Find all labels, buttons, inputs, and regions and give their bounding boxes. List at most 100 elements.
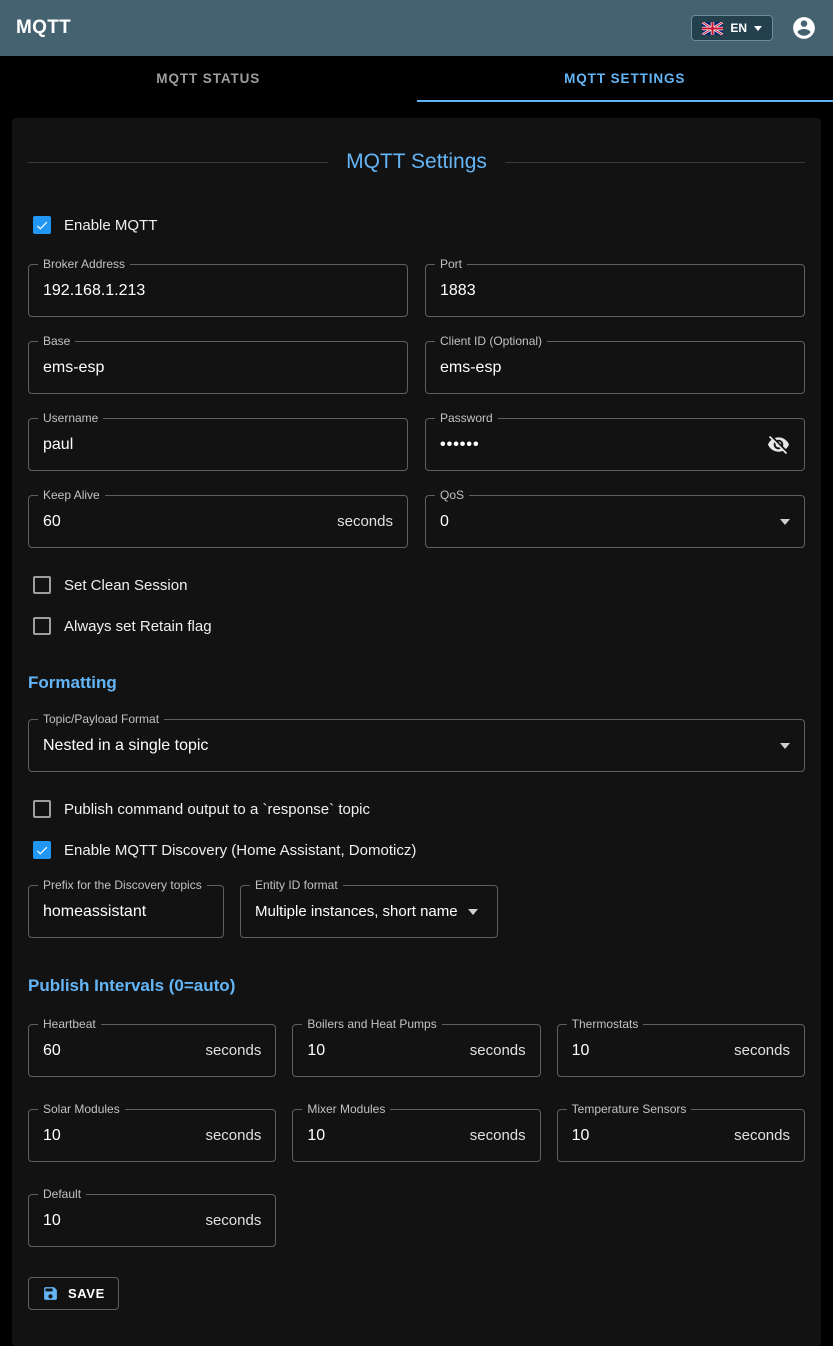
field-value: Multiple instances, short name — [255, 903, 458, 920]
field-label: Default — [38, 1187, 86, 1201]
entity-id-format-select[interactable]: Entity ID format Multiple instances, sho… — [240, 885, 498, 938]
language-label: EN — [730, 21, 747, 35]
field-label: Topic/Payload Format — [38, 712, 164, 726]
heartbeat-interval-field[interactable]: Heartbeat 60 seconds — [28, 1024, 276, 1077]
checkbox-clean-session[interactable]: Set Clean Session — [28, 572, 805, 598]
tab-label: MQTT STATUS — [156, 71, 260, 86]
save-button-label: SAVE — [68, 1286, 105, 1301]
field-label: Thermostats — [567, 1017, 644, 1031]
solar-interval-field[interactable]: Solar Modules 10 seconds — [28, 1109, 276, 1162]
field-label: Port — [435, 257, 467, 271]
tab-mqtt-status[interactable]: MQTT STATUS — [0, 56, 417, 102]
account-circle-icon — [791, 15, 817, 41]
checkbox-retain-flag[interactable]: Always set Retain flag — [28, 613, 805, 639]
checkbox-label: Enable MQTT Discovery (Home Assistant, D… — [64, 842, 416, 859]
field-suffix: seconds — [726, 1127, 790, 1144]
field-value: 0 — [440, 513, 449, 531]
mqtt-settings-card: MQTT Settings Enable MQTT Broker Address… — [12, 118, 821, 1346]
field-label: Keep Alive — [38, 488, 105, 502]
form-row: Topic/Payload Format Nested in a single … — [28, 719, 805, 772]
checkbox-icon — [33, 617, 51, 635]
field-label: Mixer Modules — [302, 1102, 390, 1116]
language-selector-button[interactable]: EN — [691, 15, 773, 41]
form-row: Username paul Password •••••• — [28, 418, 805, 471]
field-value: paul — [43, 436, 73, 454]
checkbox-publish-response[interactable]: Publish command output to a `response` t… — [28, 796, 805, 822]
field-suffix: seconds — [726, 1042, 790, 1059]
card-title-divider: MQTT Settings — [28, 150, 805, 174]
field-value: ems-esp — [440, 359, 501, 377]
checkbox-label: Enable MQTT — [64, 217, 157, 234]
mixer-interval-field[interactable]: Mixer Modules 10 seconds — [292, 1109, 540, 1162]
dropdown-arrow-icon — [468, 909, 478, 915]
tab-label: MQTT SETTINGS — [564, 71, 685, 86]
tab-mqtt-settings[interactable]: MQTT SETTINGS — [417, 56, 833, 102]
form-row: Broker Address 192.168.1.213 Port 1883 — [28, 264, 805, 317]
toggle-password-visibility-button[interactable] — [767, 433, 790, 456]
field-value: 10 — [307, 1127, 325, 1145]
keep-alive-field[interactable]: Keep Alive 60 seconds — [28, 495, 408, 548]
field-suffix: seconds — [197, 1042, 261, 1059]
form-row: Base ems-esp Client ID (Optional) ems-es… — [28, 341, 805, 394]
dropdown-arrow-icon — [780, 743, 790, 749]
field-suffix: seconds — [462, 1042, 526, 1059]
field-label: Heartbeat — [38, 1017, 101, 1031]
divider-line — [28, 162, 328, 163]
checkbox-icon — [33, 576, 51, 594]
checkbox-label: Always set Retain flag — [64, 618, 212, 635]
field-label: Prefix for the Discovery topics — [38, 878, 207, 892]
thermostats-interval-field[interactable]: Thermostats 10 seconds — [557, 1024, 805, 1077]
field-suffix: seconds — [462, 1127, 526, 1144]
field-label: Client ID (Optional) — [435, 334, 547, 348]
field-value: 10 — [43, 1127, 61, 1145]
divider-line — [505, 162, 805, 163]
field-value: Nested in a single topic — [43, 737, 208, 755]
broker-address-field[interactable]: Broker Address 192.168.1.213 — [28, 264, 408, 317]
username-field[interactable]: Username paul — [28, 418, 408, 471]
field-value: 1883 — [440, 282, 476, 300]
publish-intervals-grid: Heartbeat 60 seconds Boilers and Heat Pu… — [28, 1024, 805, 1247]
save-button[interactable]: SAVE — [28, 1277, 119, 1310]
checkbox-icon — [33, 841, 51, 859]
field-suffix: seconds — [197, 1127, 261, 1144]
formatting-heading: Formatting — [28, 673, 805, 693]
boilers-interval-field[interactable]: Boilers and Heat Pumps 10 seconds — [292, 1024, 540, 1077]
field-value: 10 — [43, 1212, 61, 1230]
discovery-prefix-field[interactable]: Prefix for the Discovery topics homeassi… — [28, 885, 224, 938]
field-value: 10 — [572, 1127, 590, 1145]
password-field[interactable]: Password •••••• — [425, 418, 805, 471]
temperature-sensors-interval-field[interactable]: Temperature Sensors 10 seconds — [557, 1109, 805, 1162]
field-label: Username — [38, 411, 103, 425]
topic-payload-format-select[interactable]: Topic/Payload Format Nested in a single … — [28, 719, 805, 772]
checkbox-mqtt-discovery[interactable]: Enable MQTT Discovery (Home Assistant, D… — [28, 837, 805, 863]
page-title: MQTT Settings — [346, 150, 487, 174]
account-button[interactable] — [791, 15, 817, 41]
checkbox-icon — [33, 216, 51, 234]
visibility-off-icon — [767, 433, 790, 456]
default-interval-field[interactable]: Default 10 seconds — [28, 1194, 276, 1247]
field-value: 60 — [43, 1042, 61, 1060]
base-field[interactable]: Base ems-esp — [28, 341, 408, 394]
uk-flag-icon — [702, 22, 723, 35]
client-id-field[interactable]: Client ID (Optional) ems-esp — [425, 341, 805, 394]
checkbox-icon — [33, 800, 51, 818]
form-row: Keep Alive 60 seconds QoS 0 — [28, 495, 805, 548]
app-bar-actions: EN — [691, 15, 817, 41]
save-icon — [42, 1285, 59, 1302]
checkbox-enable-mqtt[interactable]: Enable MQTT — [28, 212, 805, 238]
field-value: 10 — [307, 1042, 325, 1060]
field-value: ems-esp — [43, 359, 104, 377]
field-label: Solar Modules — [38, 1102, 125, 1116]
field-value: 10 — [572, 1042, 590, 1060]
chevron-down-icon — [754, 26, 762, 31]
app-title: MQTT — [16, 17, 71, 39]
field-label: Boilers and Heat Pumps — [302, 1017, 441, 1031]
field-value: •••••• — [440, 436, 480, 454]
port-field[interactable]: Port 1883 — [425, 264, 805, 317]
field-label: Base — [38, 334, 75, 348]
qos-select[interactable]: QoS 0 — [425, 495, 805, 548]
field-suffix: seconds — [197, 1212, 261, 1229]
dropdown-arrow-icon — [780, 519, 790, 525]
app-bar: MQTT EN — [0, 0, 833, 56]
checkbox-label: Set Clean Session — [64, 577, 187, 594]
